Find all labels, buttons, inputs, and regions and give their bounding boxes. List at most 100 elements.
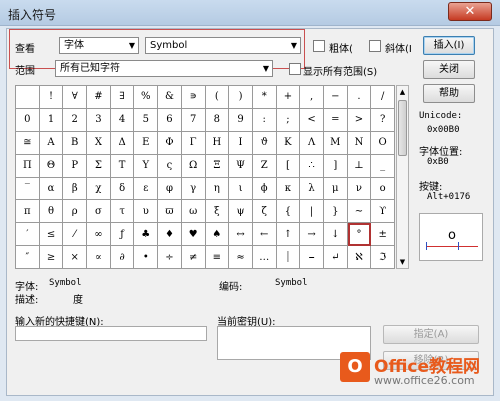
symbol-cell[interactable]: Λ [300,131,324,155]
symbol-cell[interactable]: | [300,200,324,224]
symbol-cell[interactable]: ψ [229,200,253,224]
symbol-cell[interactable] [16,86,40,109]
symbol-cell[interactable]: τ [110,200,135,224]
symbol-cell[interactable]: ± [371,223,395,247]
symbol-cell[interactable]: ÷ [158,246,182,269]
show-all-ranges-checkbox[interactable] [289,63,301,75]
symbol-cell[interactable]: { [276,200,301,224]
symbol-cell[interactable]: Ν [347,131,372,155]
symbol-cell[interactable]: × [63,246,88,269]
symbol-cell[interactable]: Π [16,154,40,178]
symbol-cell[interactable]: Δ [110,131,135,155]
symbol-cell[interactable]: ≥ [39,246,64,269]
symbol-cell[interactable]: ≅ [16,131,40,155]
symbol-cell[interactable]: ω [181,200,206,224]
symbol-cell[interactable]: ≠ [181,246,206,269]
symbol-cell[interactable]: ♠ [205,223,230,247]
symbol-cell[interactable]: + [276,86,301,109]
symbol-cell[interactable]: κ [276,177,301,201]
symbol-cell[interactable]: ν [347,177,372,201]
symbol-grid[interactable]: ! ∀ # ∃% & ∍() * +, −./ 0 1 2 3 4 5 6 7 8 9:; < = >? ≅ Α Β Χ Δ Ε Φ Γ Η… [15,85,395,269]
symbol-cell[interactable]: ″ [16,246,40,269]
symbol-cell[interactable]: Υ [134,154,159,178]
symbol-cell[interactable]: 9 [229,108,253,132]
symbol-cell[interactable]: ο [371,177,395,201]
symbol-cell[interactable]: χ [87,177,111,201]
symbol-cell[interactable]: Ω [181,154,206,178]
symbol-cell[interactable]: ↓ [323,223,348,247]
symbol-cell[interactable]: Η [205,131,230,155]
symbol-cell[interactable]: > [347,108,372,132]
symbol-cell[interactable]: θ [39,200,64,224]
symbol-cell[interactable]: … [252,246,277,269]
symbol-cell[interactable]: δ [110,177,135,201]
scroll-thumb[interactable] [398,100,407,156]
range-dropdown[interactable]: 所有已知字符 ▼ [55,60,273,77]
symbol-cell[interactable]: : [252,108,277,132]
symbol-cell[interactable]: # [87,86,111,109]
symbol-cell[interactable]: 2 [63,108,88,132]
symbol-cell[interactable]: ϑ [252,131,277,155]
symbol-cell[interactable]: ⊥ [347,154,372,178]
symbol-cell[interactable]: Κ [276,131,301,155]
symbol-cell[interactable]: ↑ [276,223,301,247]
symbol-cell[interactable]: λ [300,177,324,201]
symbol-cell[interactable]: ° [347,223,372,247]
scroll-down-icon[interactable]: ▼ [397,256,408,268]
symbol-cell[interactable]: ∃ [110,86,135,109]
symbol-cell[interactable]: γ [181,177,206,201]
symbol-cell[interactable]: ∀ [63,86,88,109]
symbol-cell[interactable]: ; [276,108,301,132]
symbol-cell[interactable]: ι [229,177,253,201]
symbol-cell[interactable]: < [300,108,324,132]
symbol-cell[interactable]: ϕ [252,177,277,201]
symbol-cell[interactable]: ( [205,86,230,109]
symbol-cell[interactable]: ∼ [347,200,372,224]
symbol-cell[interactable]: 5 [134,108,159,132]
symbol-cell[interactable]: ⎯ [300,246,324,269]
symbol-cell[interactable]: _ [371,154,395,178]
symbol-cell[interactable]: Γ [181,131,206,155]
symbol-cell[interactable]: β [63,177,88,201]
charset-dropdown[interactable]: Symbol ▼ [145,37,301,54]
symbol-cell[interactable]: & [158,86,182,109]
symbol-cell[interactable]: Ι [229,131,253,155]
italic-checkbox[interactable] [369,40,381,52]
symbol-cell[interactable]: Φ [158,131,182,155]
symbol-cell[interactable]: π [16,200,40,224]
symbol-cell[interactable]: φ [158,177,182,201]
symbol-cell[interactable]: ƒ [110,223,135,247]
new-shortcut-input[interactable] [15,326,207,341]
symbol-cell[interactable]: η [205,177,230,201]
symbol-cell[interactable]: ξ [205,200,230,224]
symbol-cell[interactable]: ∂ [110,246,135,269]
symbol-cell[interactable]: ≡ [205,246,230,269]
symbol-cell[interactable]: ‾ [16,177,40,201]
window-close-button[interactable]: ✕ [448,2,492,21]
symbol-cell[interactable]: ! [39,86,64,109]
symbol-cell[interactable]: Ζ [252,154,277,178]
symbol-cell[interactable]: ϖ [158,200,182,224]
symbol-cell[interactable]: Β [63,131,88,155]
symbol-cell[interactable]: → [300,223,324,247]
symbol-cell[interactable]: Χ [87,131,111,155]
scroll-up-icon[interactable]: ▲ [397,86,408,98]
symbol-cell[interactable]: ℑ [371,246,395,269]
symbol-cell[interactable]: Ρ [63,154,88,178]
symbol-cell[interactable]: μ [323,177,348,201]
symbol-cell[interactable]: ∴ [300,154,324,178]
symbol-cell[interactable]: υ [134,200,159,224]
assign-button[interactable]: 指定(A) [383,325,479,344]
symbol-cell[interactable]: ς [158,154,182,178]
symbol-cell[interactable]: • [134,246,159,269]
font-dropdown[interactable]: 字体 ▼ [59,37,139,54]
symbol-cell[interactable]: 1 [39,108,64,132]
symbol-cell[interactable]: 0 [16,108,40,132]
symbol-cell[interactable]: ← [252,223,277,247]
symbol-cell[interactable]: ε [134,177,159,201]
symbol-cell[interactable]: Θ [39,154,64,178]
symbol-cell[interactable]: ♥ [181,223,206,247]
symbol-cell[interactable]: ? [371,108,395,132]
symbol-cell[interactable]: Σ [87,154,111,178]
bold-checkbox[interactable] [313,40,325,52]
